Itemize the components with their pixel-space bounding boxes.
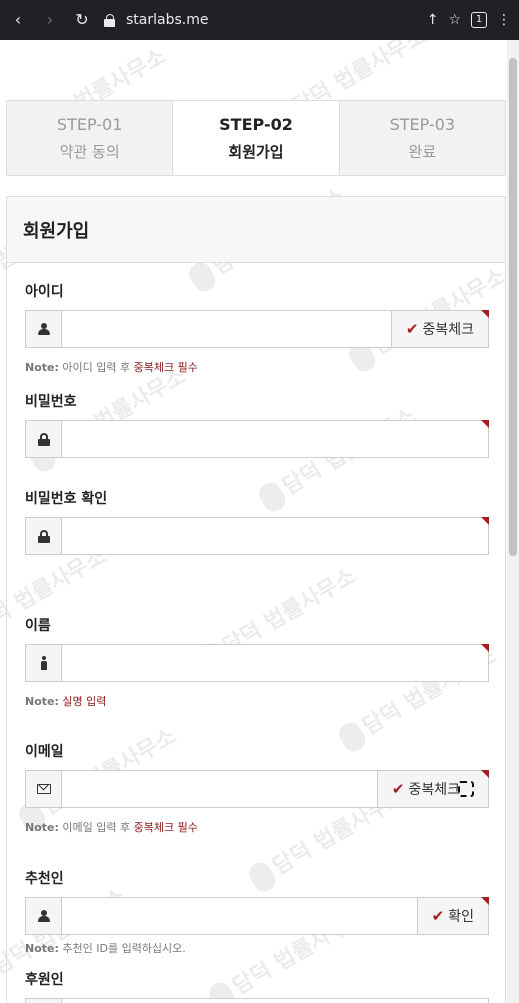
password-field: 비밀번호 [25,391,489,458]
button-label: 확인 [448,909,474,925]
signup-steps: STEP-01 약관 동의 STEP-02 회원가입 STEP-03 완료 [6,100,506,176]
forward-icon[interactable]: › [40,10,60,30]
scrollbar-thumb[interactable] [509,58,517,556]
id-note: Note: 아이디 입력 후 중복체크 필수 [25,361,198,374]
name-label: 이름 [25,618,51,634]
recommender-note: Note: 추천인 ID를 입력하십시오. [25,942,186,955]
required-marker [481,644,489,652]
user-icon [37,323,50,335]
page-scrollbar[interactable] [507,40,519,1003]
check-icon: ✔ [431,907,445,925]
id-field: 아이디 ✔ 중복체크 Note: 아이디 입력 후 중복체크 필수 [25,281,489,375]
share-icon[interactable]: ↑ [427,12,439,28]
step-2: STEP-02 회원가입 [173,101,340,175]
sponsor-label: 후원인 [25,972,64,988]
male-icon-addon [26,645,62,681]
envelope-icon [36,784,51,794]
sponsor-field: 후원인 [25,969,489,1003]
step-1: STEP-01 약관 동의 [7,101,174,175]
id-input[interactable] [62,311,391,347]
recommender-field: 추천인 ✔ 확인 Note: 추천인 ID를 입력하십시오. [25,868,489,956]
name-input-group [25,644,489,682]
mouse-cursor-icon [458,781,474,797]
email-label: 이메일 [25,744,64,760]
password-label: 비밀번호 [25,394,77,410]
required-marker [481,517,489,525]
reload-icon[interactable]: ↻ [72,10,92,30]
required-marker [481,420,489,428]
required-marker [481,770,489,778]
step-label: 완료 [408,143,437,161]
address-bar[interactable]: starlabs.me [104,6,427,34]
step-label: 약관 동의 [59,143,120,161]
name-input[interactable] [62,645,488,681]
id-label: 아이디 [25,284,64,300]
password-input-group [25,420,489,458]
name-field: 이름 Note: 실명 입력 [25,615,489,709]
step-number: STEP-02 [219,115,293,134]
required-marker [481,897,489,905]
back-icon[interactable]: ‹ [8,10,28,30]
user-icon [37,910,50,922]
step-label: 회원가입 [228,143,284,161]
signup-form-panel: 회원가입 아이디 ✔ 중복체크 Note: 아이디 입력 후 중복체크 필수 비밀… [6,196,506,1003]
lock-icon-addon [26,421,62,457]
button-label: 중복체크 [422,322,474,338]
email-field: 이메일 ✔ 중복체크 Note: 이메일 입력 후 중복체크 필수 [25,741,489,835]
tab-switcher-icon[interactable]: 1 [471,12,487,28]
name-note: Note: 실명 입력 [25,695,107,708]
recommender-input[interactable] [62,898,417,934]
sponsor-input[interactable] [62,999,488,1003]
id-duplicate-check-button[interactable]: ✔ 중복체크 [390,311,488,347]
button-label: 중복체크 [408,782,460,798]
lock-icon [37,529,50,543]
url-text: starlabs.me [126,12,209,28]
password-confirm-label: 비밀번호 확인 [25,491,108,507]
user-icon-addon [26,898,62,934]
bookmark-icon[interactable]: ☆ [448,12,461,28]
step-number: STEP-01 [56,115,123,134]
email-duplicate-check-button[interactable]: ✔ 중복체크 [376,771,488,807]
sponsor-input-group [25,998,489,1003]
check-icon: ✔ [405,320,419,338]
envelope-icon-addon [26,771,62,807]
form-title: 회원가입 [7,197,505,263]
recommender-input-group: ✔ 확인 [25,897,489,935]
password-confirm-input-group [25,517,489,555]
password-confirm-field: 비밀번호 확인 [25,488,489,555]
check-icon: ✔ [391,780,405,798]
email-input-group: ✔ 중복체크 [25,770,489,808]
browser-toolbar: ‹ › ↻ starlabs.me ↑ ☆ 1 ⋮ [0,0,519,40]
email-input[interactable] [62,771,377,807]
male-icon [40,656,47,670]
lock-icon [37,432,50,446]
site-settings-icon[interactable] [104,14,116,27]
recommender-confirm-button[interactable]: ✔ 확인 [416,898,488,934]
lock-icon-addon [26,518,62,554]
email-note: Note: 이메일 입력 후 중복체크 필수 [25,821,198,834]
required-marker [481,310,489,318]
step-3: STEP-03 완료 [339,101,505,175]
recommender-label: 추천인 [25,871,64,887]
step-number: STEP-03 [389,115,456,134]
user-icon-addon [26,999,62,1003]
password-input[interactable] [62,421,488,457]
password-confirm-input[interactable] [62,518,488,554]
more-icon[interactable]: ⋮ [497,12,511,28]
page-viewport: 담덕 법률사무소 담덕 법률사무소 담덕 법률사무소 담덕 법률사무소 담덕 법… [0,40,519,1003]
user-icon-addon [26,311,62,347]
id-input-group: ✔ 중복체크 [25,310,489,348]
